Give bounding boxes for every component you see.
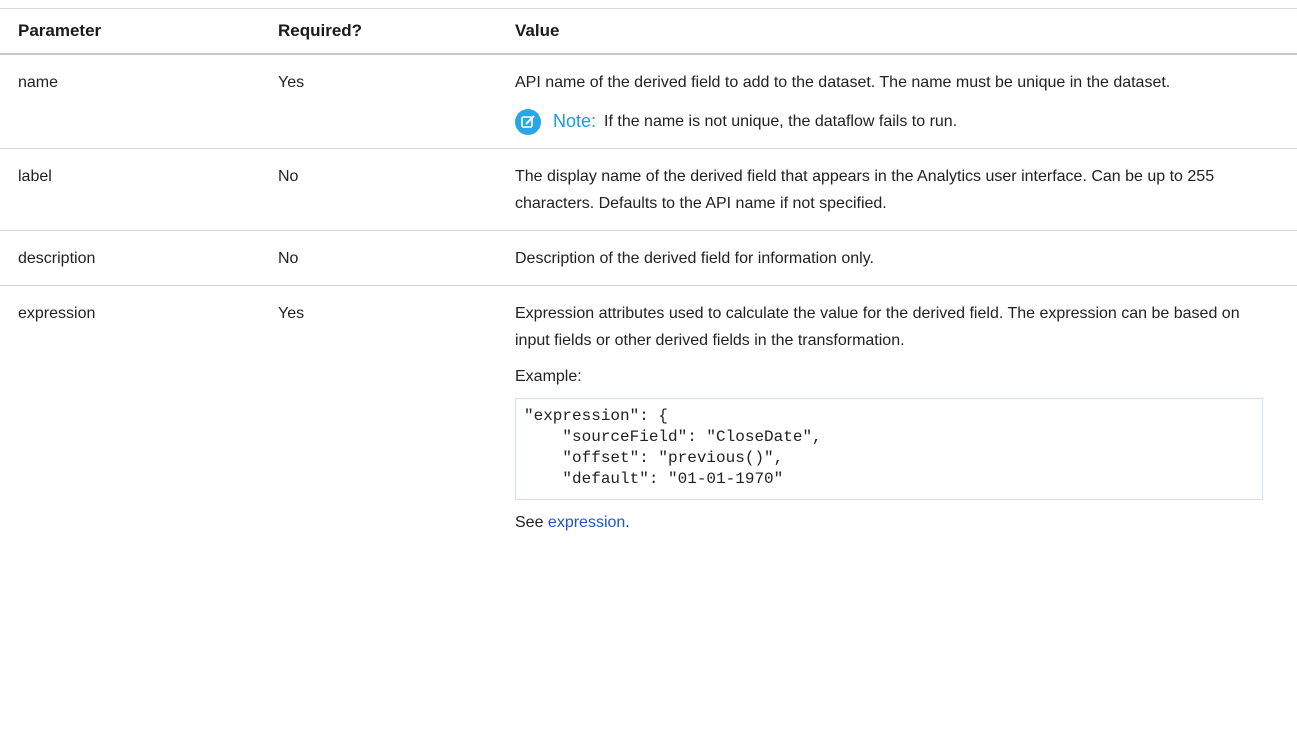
code-block: "expression": { "sourceField": "CloseDat… bbox=[515, 398, 1263, 500]
edit-note-icon bbox=[515, 108, 541, 135]
header-parameter: Parameter bbox=[0, 8, 264, 55]
see-prefix: See bbox=[515, 514, 548, 531]
value-cell: Expression attributes used to calculate … bbox=[515, 285, 1297, 549]
table-row: name Yes API name of the derived field t… bbox=[0, 54, 1297, 149]
value-cell: Description of the derived field for inf… bbox=[515, 230, 1297, 286]
value-cell: API name of the derived field to add to … bbox=[515, 54, 1297, 149]
required-cell: Yes bbox=[264, 54, 515, 149]
required-cell: No bbox=[264, 230, 515, 286]
header-value: Value bbox=[515, 8, 1297, 55]
table-header-row: Parameter Required? Value bbox=[0, 8, 1297, 55]
value-text: Expression attributes used to calculate … bbox=[515, 305, 1240, 349]
required-cell: Yes bbox=[278, 305, 305, 322]
param-name-cell: description bbox=[0, 230, 264, 286]
param-name-cell: expression bbox=[18, 305, 96, 322]
document-page: Parameter Required? Value name Yes API n… bbox=[0, 0, 1297, 753]
note-callout: Note: If the name is not unique, the dat… bbox=[515, 108, 1275, 135]
value-text: API name of the derived field to add to … bbox=[515, 74, 1171, 91]
table-row: label No The display name of the derived… bbox=[0, 148, 1297, 231]
value-cell: The display name of the derived field th… bbox=[515, 148, 1297, 231]
see-suffix: . bbox=[625, 514, 630, 531]
example-label: Example: bbox=[515, 368, 582, 385]
required-cell: No bbox=[264, 148, 515, 231]
note-text: If the name is not unique, the dataflow … bbox=[604, 113, 958, 130]
table-row: description No Description of the derive… bbox=[0, 230, 1297, 286]
see-also: See expression. bbox=[515, 509, 1275, 536]
param-name-cell: label bbox=[0, 148, 264, 231]
param-name-cell: name bbox=[0, 54, 264, 149]
parameters-table: Parameter Required? Value name Yes API n… bbox=[0, 8, 1297, 549]
table-row: expression Yes Expression attributes use… bbox=[0, 285, 1297, 549]
header-required: Required? bbox=[264, 8, 515, 55]
expression-link[interactable]: expression bbox=[548, 514, 625, 531]
note-label: Note: bbox=[553, 111, 597, 131]
